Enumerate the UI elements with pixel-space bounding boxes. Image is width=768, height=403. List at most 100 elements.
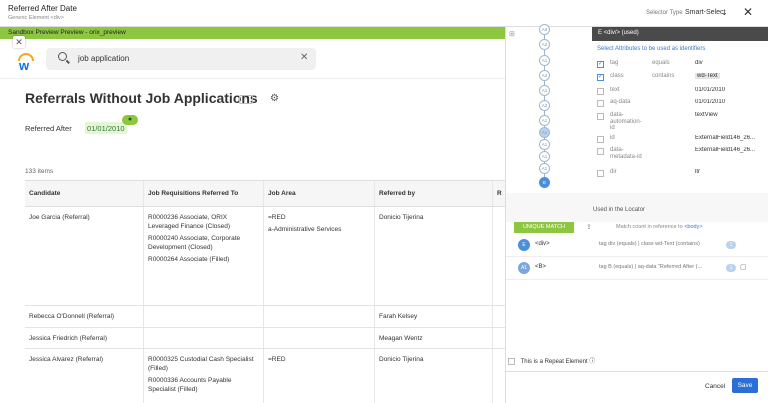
tree-node[interactable]: A1 — [539, 85, 550, 96]
attribute-row[interactable]: class contains wd-Text — [592, 73, 768, 84]
attribute-row[interactable]: tag equals div — [592, 60, 768, 71]
attribute-checkbox[interactable] — [597, 170, 604, 177]
attributes-panel: E <div/> (used) Select Attributes to be … — [592, 27, 768, 193]
attribute-name: tag — [610, 60, 619, 66]
close-icon[interactable]: ✕ — [743, 5, 753, 19]
attribute-row[interactable]: data-automation-id textView — [592, 112, 768, 131]
tree-node-current[interactable]: E — [539, 177, 550, 188]
chevron-down-icon[interactable]: ⌄ — [721, 8, 728, 17]
attribute-operator[interactable]: contains — [652, 73, 674, 79]
export-icon[interactable]: ⇪ — [586, 223, 592, 231]
attribute-value: 01/01/2010 — [695, 87, 726, 93]
attribute-checkbox[interactable] — [597, 148, 604, 155]
attribute-row[interactable]: data-metadata-id ExternalField146_26... — [592, 147, 768, 165]
cancel-button[interactable]: Cancel — [705, 383, 725, 390]
column-header-candidate[interactable]: Candidate — [25, 181, 144, 207]
search-box[interactable]: job application ✕ — [46, 48, 316, 70]
selector-type-dropdown[interactable]: Smart-Select — [685, 9, 725, 16]
candidate-cell[interactable]: Joe Garcia (Referral) — [25, 207, 144, 305]
workday-logo-icon[interactable]: w — [17, 53, 35, 73]
attribute-value: textView — [695, 112, 718, 118]
requisition-link[interactable]: R0000336 Accounts Payable Specialist (Fi… — [148, 376, 259, 394]
tree-node[interactable]: A3 — [539, 24, 550, 35]
column-header-partial[interactable]: R — [493, 181, 505, 207]
referrals-table: Candidate Job Requisitions Referred To J… — [25, 180, 505, 403]
match-count-badge: 1 — [726, 264, 736, 272]
configure-icon[interactable]: ⚙ — [270, 93, 279, 104]
attribute-name: data-automation-id — [610, 112, 642, 131]
attribute-checkbox[interactable] — [597, 88, 604, 95]
locator-row[interactable]: A1 <B> tag B (equals) | aq-data "Referre… — [506, 258, 768, 280]
column-header-requisitions[interactable]: Job Requisitions Referred To — [144, 181, 264, 207]
candidate-cell[interactable]: Jessica Friedrich (Referral) — [25, 328, 144, 348]
requisition-link[interactable]: R0000264 Associate (Filled) — [148, 255, 259, 264]
attribute-value: ExternalField146_26... — [695, 135, 756, 141]
referred-after-value[interactable]: 01/01/2010 — [85, 122, 127, 134]
page-title: Referrals Without Job Applications — [25, 90, 258, 106]
table-row[interactable]: Rebecca O'Donnell (Referral) Farah Kelse… — [25, 306, 505, 328]
locator-tag: <div> — [535, 241, 550, 247]
copy-icon[interactable]: ▢ — [740, 263, 747, 271]
attribute-row[interactable]: dir ltr — [592, 169, 768, 180]
tree-node[interactable]: A2 — [539, 70, 550, 81]
tree-node[interactable]: A2 — [539, 100, 550, 111]
save-button[interactable]: Save — [732, 378, 758, 393]
help-icon[interactable]: ⓘ — [589, 359, 595, 365]
locator-description: tag B (equals) | aq-data "Referred After… — [599, 264, 703, 270]
search-input[interactable]: job application — [78, 54, 129, 63]
table-row[interactable]: Jessica Friedrich (Referral) Meagan Went… — [25, 328, 505, 349]
referred-by-cell[interactable]: Donicio Tijerina — [375, 207, 493, 305]
tree-node[interactable]: A1 — [539, 151, 550, 162]
match-reference-dropdown[interactable]: <body> — [684, 224, 702, 230]
tree-node[interactable]: A2 — [539, 39, 550, 50]
requisition-link[interactable]: R0000240 Associate, Corporate Developmen… — [148, 234, 259, 252]
referred-by-cell[interactable]: Meagan Wentz — [375, 328, 493, 348]
attribute-name: text — [610, 87, 620, 93]
repeat-element-option[interactable]: This is a Repeat Element ⓘ — [508, 356, 595, 365]
locator-node-badge: A1 — [518, 262, 530, 274]
candidate-cell[interactable]: Rebecca O'Donnell (Referral) — [25, 306, 144, 327]
tree-node[interactable]: A1 — [539, 55, 550, 66]
selector-type-label: Selector Type — [646, 10, 683, 16]
attribute-row[interactable]: aq-data 01/01/2010 — [592, 99, 768, 110]
attributes-subtitle: Select Attributes to be used as identifi… — [597, 46, 706, 52]
attribute-row[interactable]: text 01/01/2010 — [592, 87, 768, 98]
attribute-value: ltr — [695, 169, 700, 175]
job-area-cell — [264, 306, 375, 327]
tree-panel-icon[interactable]: ⊞ — [509, 30, 515, 38]
column-header-referred-by[interactable]: Referred by — [375, 181, 493, 207]
referred-by-cell[interactable]: Donicio Tijerina — [375, 349, 493, 403]
preview-bar: Sandbox Preview Preview - orix_preview — [0, 27, 505, 39]
tree-node[interactable]: A1 — [539, 139, 550, 150]
tree-node[interactable]: A1 — [539, 115, 550, 126]
attribute-checkbox[interactable] — [597, 73, 604, 81]
table-row[interactable]: Jessica Alvarez (Referral) R0000325 Cust… — [25, 349, 505, 403]
referred-by-cell[interactable]: Farah Kelsey — [375, 306, 493, 327]
match-count-text: Match count in reference to — [616, 224, 683, 230]
close-preview-icon[interactable]: ✕ — [13, 36, 25, 48]
requisitions-cell — [144, 306, 264, 327]
column-header-job-area[interactable]: Job Area — [264, 181, 375, 207]
requisition-link[interactable]: R0000236 Associate, ORIX Leveraged Finan… — [148, 213, 259, 231]
more-actions-button[interactable]: ··· — [239, 95, 253, 104]
tree-node-selected[interactable]: A1 — [539, 127, 550, 138]
attribute-name: data-metadata-id — [610, 147, 642, 160]
tree-node[interactable]: A1 — [539, 163, 550, 174]
job-area-value: a-Administrative Services — [268, 226, 342, 233]
clear-search-icon[interactable]: ✕ — [300, 52, 308, 63]
attribute-row[interactable]: id ExternalField146_26... — [592, 135, 768, 146]
attribute-checkbox[interactable] — [597, 113, 604, 120]
repeat-element-checkbox[interactable] — [508, 357, 515, 365]
candidate-cell[interactable]: Jessica Alvarez (Referral) — [25, 349, 144, 403]
used-in-locator-label: Used in the Locator — [593, 207, 646, 213]
footer-divider — [506, 371, 768, 372]
inspector-panel: ⊞ A3 A2 A1 A2 A1 A2 A1 A1 A1 A1 A1 E E <… — [505, 24, 768, 403]
attribute-checkbox[interactable] — [597, 100, 604, 107]
requisition-link[interactable]: R0000325 Custodial Cash Specialist (Fill… — [148, 355, 259, 373]
attribute-checkbox[interactable] — [597, 60, 604, 68]
table-row[interactable]: Joe Garcia (Referral) R0000236 Associate… — [25, 207, 505, 306]
match-count-badge: 1 — [726, 241, 736, 249]
locator-row[interactable]: E <div> tag div (equals) | class wd-Text… — [506, 235, 768, 257]
attribute-checkbox[interactable] — [597, 136, 604, 143]
attribute-operator[interactable]: equals — [652, 60, 670, 66]
